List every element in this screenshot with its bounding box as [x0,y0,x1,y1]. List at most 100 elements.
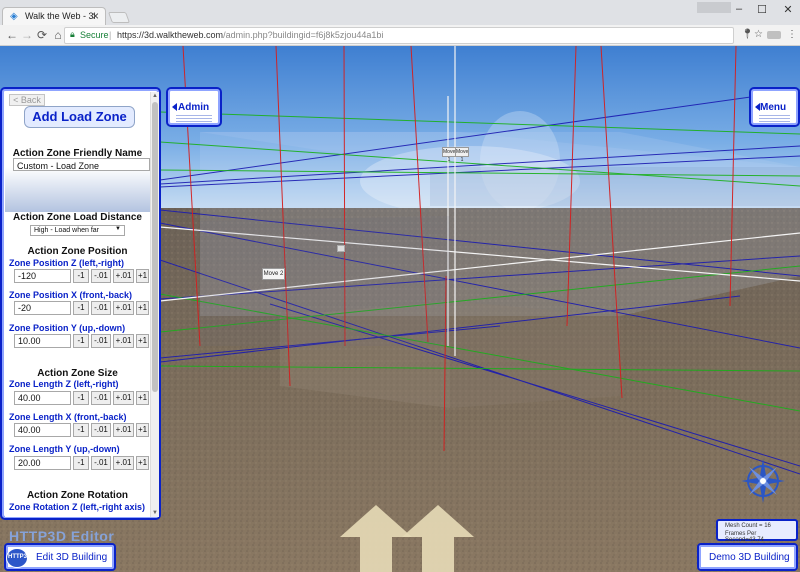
extension-icon[interactable] [767,31,781,39]
decrement-01-button[interactable]: -.01 [91,301,111,315]
increment-1-button[interactable]: +1 [136,391,149,405]
lock-icon: 🔒︎ [70,29,75,39]
position-z-input[interactable]: -120 [14,269,71,283]
decrement-01-button[interactable]: -.01 [91,391,111,405]
scroll-down-icon[interactable]: ▼ [152,510,158,516]
increment-01-button[interactable]: +.01 [113,423,134,437]
reload-icon[interactable]: ⟳ [35,28,49,42]
http3d-logo: HTTP3D [6,548,32,568]
address-bar[interactable]: 🔒︎ Secure | https://3d.walktheweb.com/ad… [64,27,734,44]
increment-1-button[interactable]: +1 [136,269,149,283]
url-path: /admin.php?buildingid=f6j8k5zjou44a1bi [223,30,384,40]
menu-button[interactable]: Menu [749,87,800,127]
editor-panel-content: < Back Add Load Zone Action Zone Friendl… [5,92,150,517]
add-load-zone-button[interactable]: Add Load Zone [24,106,135,128]
length-x-input[interactable]: 40.00 [14,423,71,437]
increment-1-button[interactable]: +1 [136,301,149,315]
browser-toolbar: ← → ⟳ ⌂ 🔒︎ Secure | https://3d.walkthewe… [0,25,800,46]
length-z-label: Zone Length Z (left,-right) [9,379,119,389]
increment-01-button[interactable]: +.01 [113,301,134,315]
browser-tab-bar: ◈ Walk the Web - 3D Buildi × – ☐ ✕ [0,0,800,25]
increment-1-button[interactable]: +1 [136,334,149,348]
move-forward-arrow-icon[interactable] [402,505,474,572]
length-z-row: 40.00 -1 -.01 +.01 +1 [14,391,149,405]
increment-01-button[interactable]: +.01 [113,391,134,405]
admin-label: Admin [178,102,210,113]
length-y-label: Zone Length Y (up,-down) [9,444,120,454]
performance-stats: Mesh Count = 16 Frames Per Second=43.74 [716,519,798,543]
profile-badge[interactable] [697,2,731,13]
site-favicon-icon: ◈ [10,11,18,22]
position-x-input[interactable]: -20 [14,301,71,315]
increment-1-button[interactable]: +1 [136,456,149,470]
decrement-1-button[interactable]: -1 [73,391,89,405]
back-arrow-icon[interactable]: ← [5,28,19,42]
position-z-label: Zone Position Z (left,-right) [9,258,124,268]
decrement-1-button[interactable]: -1 [73,334,89,348]
mover-label[interactable]: Move 2 [262,268,285,280]
decrement-1-button[interactable]: -1 [73,269,89,283]
scrollbar-thumb[interactable] [152,102,158,392]
decrement-01-button[interactable]: -.01 [91,334,111,348]
length-y-input[interactable]: 20.00 [14,456,71,470]
demo-building-label: Demo 3D Building [709,552,790,563]
admin-button[interactable]: Admin [166,87,222,127]
panel-backdrop [5,167,150,212]
rotation-z-label: Zone Rotation Z (left,-right axis) [9,502,145,512]
position-heading: Action Zone Position [27,246,128,257]
demo-3d-building-button[interactable]: Demo 3D Building [697,543,798,571]
panel-scrollbar[interactable]: ▲ ▼ [150,92,159,517]
decrement-1-button[interactable]: -1 [73,456,89,470]
frames-per-second: Frames Per Second=43.74 [725,531,764,543]
menu-label: Menu [760,102,787,113]
friendly-name-input[interactable]: Custom - Load Zone [13,158,150,171]
increment-01-button[interactable]: +.01 [113,269,134,283]
decrement-01-button[interactable]: -.01 [91,269,111,283]
browser-menu-icon[interactable]: ⋮ [787,29,797,40]
position-x-row: -20 -1 -.01 +.01 +1 [14,301,149,315]
window-maximize-button[interactable]: ☐ [752,3,772,16]
position-y-input[interactable]: 10.00 [14,334,71,348]
mover-label[interactable]: Move 1 [442,147,456,163]
decor-line [759,121,790,122]
decrement-01-button[interactable]: -.01 [91,456,111,470]
decrement-1-button[interactable]: -1 [73,301,89,315]
editor-panel: < Back Add Load Zone Action Zone Friendl… [0,87,161,520]
increment-01-button[interactable]: +.01 [113,334,134,348]
tab-close-icon[interactable]: × [92,9,99,23]
window-minimize-button[interactable]: – [729,3,749,15]
decrement-1-button[interactable]: -1 [73,423,89,437]
window-close-button[interactable]: ✕ [778,3,798,16]
position-y-label: Zone Position Y (up,-down) [9,323,126,333]
mover-label[interactable]: Move 1 [455,147,469,163]
length-z-input[interactable]: 40.00 [14,391,71,405]
bookmark-star-icon[interactable]: ☆ [754,29,763,40]
decor-line [176,118,212,119]
decor-line [176,121,212,122]
compass-icon[interactable] [738,456,788,506]
load-distance-select[interactable]: High - Load when far ▼ [30,225,125,236]
back-button[interactable]: < Back [9,94,45,106]
load-distance-heading: Action Zone Load Distance [13,212,142,223]
location-pin-icon[interactable]: 📍︎ [741,29,754,40]
forward-arrow-icon[interactable]: → [20,28,34,42]
increment-01-button[interactable]: +.01 [113,456,134,470]
scroll-up-icon[interactable]: ▲ [152,93,158,99]
mover-marker[interactable] [337,245,345,252]
length-x-label: Zone Length X (front,-back) [9,412,127,422]
decrement-01-button[interactable]: -.01 [91,423,111,437]
edit-building-label: Edit 3D Building [36,552,108,563]
increment-1-button[interactable]: +1 [136,423,149,437]
decor-line [176,115,212,116]
new-tab-button[interactable] [107,12,131,23]
position-z-row: -120 -1 -.01 +.01 +1 [14,269,149,283]
secure-label: Secure [80,30,109,40]
url-text[interactable]: https://3d.walktheweb.com/admin.php?buil… [117,30,383,40]
logo-text: HTTP3D [8,554,32,560]
chevron-left-icon [172,103,177,111]
tab-title: Walk the Web - 3D Buildi [25,11,95,21]
browser-tab[interactable]: ◈ Walk the Web - 3D Buildi × [2,7,106,25]
home-icon[interactable]: ⌂ [51,28,65,42]
decor-line [759,115,790,116]
dropdown-caret-icon: ▼ [115,226,121,232]
